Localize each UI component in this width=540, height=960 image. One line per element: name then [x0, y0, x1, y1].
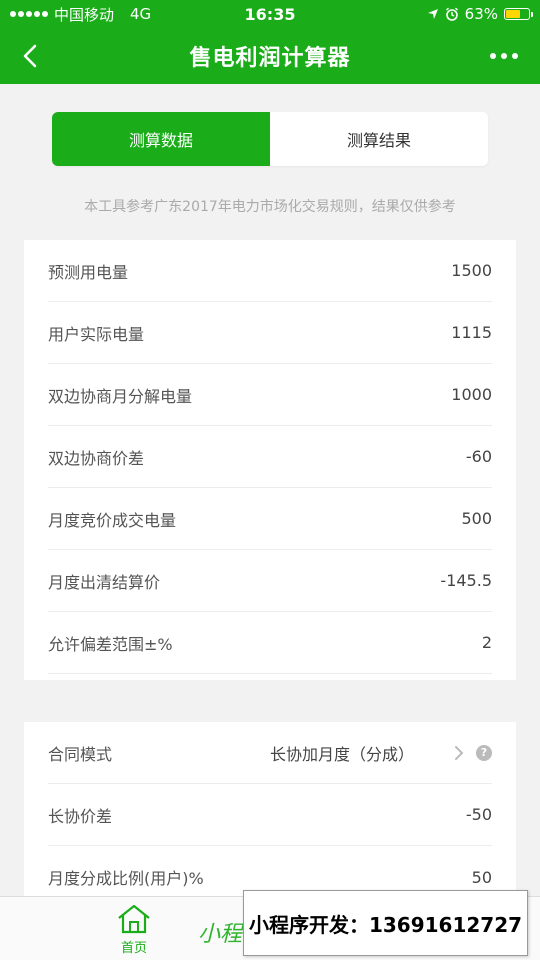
more-options-button[interactable]	[490, 40, 518, 72]
actual-usage-input[interactable]: 1115	[451, 323, 492, 342]
chevron-left-icon	[23, 44, 37, 68]
tabbar-home-label: 首页	[120, 941, 147, 956]
location-arrow-icon	[427, 9, 438, 19]
chevron-right-icon	[455, 745, 464, 760]
battery-fill	[506, 10, 520, 18]
status-right: 63%	[427, 5, 533, 23]
form-row-bilateral-volume[interactable]: 双边协商月分解电量 1000	[48, 364, 492, 426]
monthly-bid-volume-input[interactable]: 500	[461, 509, 492, 528]
tab-input-data[interactable]: 测算数据	[52, 112, 270, 166]
back-button[interactable]	[14, 40, 46, 72]
form-row-monthly-bid-volume[interactable]: 月度竞价成交电量 500	[48, 488, 492, 550]
alarm-clock-icon	[445, 7, 458, 21]
form-row-clearing-price[interactable]: 月度出清结算价 -145.5	[48, 550, 492, 612]
battery-percent: 63%	[464, 5, 498, 23]
clearing-price-input[interactable]: -145.5	[440, 571, 492, 590]
signal-strength-icon	[10, 11, 48, 17]
disclaimer-text: 本工具参考广东2017年电力市场化交易规则，结果仅供参考	[84, 199, 456, 215]
page-title: 售电利润计算器	[189, 46, 351, 71]
help-icon[interactable]: ?	[476, 744, 492, 761]
bilateral-volume-input[interactable]: 1000	[451, 385, 492, 404]
monthly-share-ratio-input[interactable]: 50	[472, 868, 492, 887]
form-row-contract-mode[interactable]: 合同模式 长协加月度（分成） ?	[48, 722, 492, 784]
field-label: 月度竞价成交电量	[48, 510, 177, 530]
field-label: 合同模式	[48, 744, 113, 764]
field-label: 允许偏差范围±%	[48, 634, 173, 654]
form-row-deviation-range[interactable]: 允许偏差范围±% 2	[48, 612, 492, 674]
more-dot-icon	[512, 53, 518, 59]
segment-tabs: 测算数据 测算结果	[52, 112, 488, 166]
contract-mode-select[interactable]: 长协加月度（分成） ?	[270, 741, 492, 765]
more-dot-icon	[490, 53, 496, 59]
home-icon	[118, 904, 150, 934]
longterm-spread-input[interactable]: -50	[466, 805, 492, 824]
promo-banner: 小程序开发：13691612727	[243, 890, 528, 956]
field-label: 月度分成比例(用户)%	[48, 869, 204, 888]
field-label: 预测用电量	[48, 262, 129, 282]
field-label: 用户实际电量	[48, 324, 145, 344]
bilateral-spread-input[interactable]: -60	[466, 447, 492, 466]
nav-bar: 售电利润计算器	[0, 28, 540, 84]
field-label: 双边协商月分解电量	[48, 386, 193, 406]
deviation-range-input[interactable]: 2	[482, 633, 492, 652]
field-label: 长协价差	[48, 806, 113, 826]
tabbar-home[interactable]: 首页	[104, 903, 164, 959]
form-row-bilateral-spread[interactable]: 双边协商价差 -60	[48, 426, 492, 488]
watermark-text: 小程	[198, 922, 243, 947]
battery-icon	[504, 8, 533, 20]
carrier-name: 中国移动	[54, 5, 115, 24]
status-left: 中国移动 4G	[10, 4, 427, 25]
network-type: 4G	[130, 5, 152, 23]
field-label: 月度出清结算价	[48, 572, 161, 592]
input-card-contract: 合同模式 长协加月度（分成） ? 长协价差 -50 月度分成比例(用户)% 50	[24, 722, 516, 902]
form-row-actual-usage[interactable]: 用户实际电量 1115	[48, 302, 492, 364]
form-row-forecast-usage[interactable]: 预测用电量 1500	[48, 240, 492, 302]
forecast-usage-input[interactable]: 1500	[451, 261, 492, 280]
status-bar: 中国移动 4G 16:35 63%	[0, 0, 540, 28]
form-row-longterm-spread[interactable]: 长协价差 -50	[48, 784, 492, 846]
contract-mode-value: 长协加月度（分成）	[269, 744, 414, 764]
tab-results[interactable]: 测算结果	[270, 112, 488, 166]
more-dot-icon	[501, 53, 507, 59]
field-label: 双边协商价差	[48, 448, 145, 468]
input-card-primary: 预测用电量 1500 用户实际电量 1115 双边协商月分解电量 1000 双边…	[24, 240, 516, 680]
